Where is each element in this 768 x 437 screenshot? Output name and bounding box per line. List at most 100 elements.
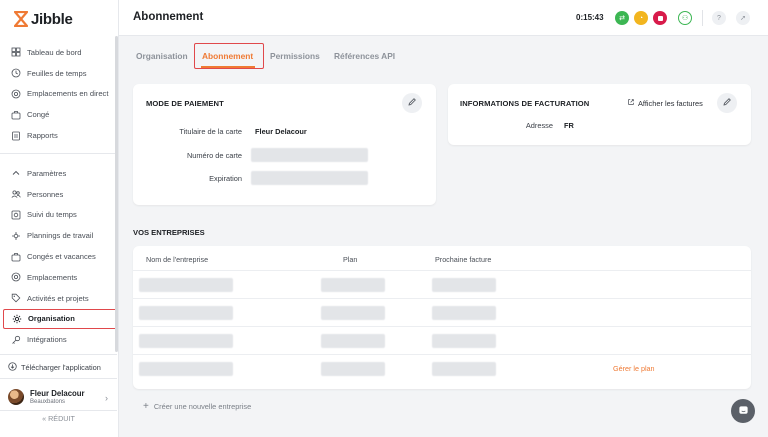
- collapse-label: RÉDUIT: [48, 414, 75, 423]
- create-company-button[interactable]: + Créer une nouvelle entreprise: [143, 401, 251, 412]
- table-row[interactable]: [133, 270, 751, 298]
- manage-plan-link[interactable]: Gérer le plan: [613, 364, 655, 373]
- sidebar-item-label: Personnes: [27, 189, 64, 199]
- user-organization: Beauxbatons: [30, 399, 66, 405]
- plan-redacted: [321, 306, 385, 320]
- chat-support-button[interactable]: [731, 399, 755, 423]
- company-name-redacted: [139, 278, 233, 292]
- break-button[interactable]: ◔: [634, 11, 648, 25]
- report-icon: [11, 131, 21, 141]
- sidebar-item-label: Congés et vacances: [27, 252, 96, 262]
- tab-organisation[interactable]: Organisation: [136, 51, 188, 61]
- help-icon: ?: [717, 14, 721, 22]
- sidebar-divider: [0, 354, 117, 355]
- logo-text: Jibble: [31, 10, 73, 28]
- table-row[interactable]: [133, 326, 751, 354]
- next-invoice-redacted: [432, 278, 496, 292]
- cardholder-value: Fleur Delacour: [255, 127, 307, 136]
- switch-activity-button[interactable]: ⇄: [615, 11, 629, 25]
- download-app-link[interactable]: Télécharger l'application: [8, 362, 101, 373]
- tab-abonnement[interactable]: Abonnement: [202, 51, 253, 61]
- tab-permissions[interactable]: Permissions: [270, 51, 320, 61]
- next-invoice-redacted: [432, 362, 496, 376]
- sidebar-item-organisation[interactable]: Organisation: [3, 308, 117, 330]
- companies-section-title: VOS ENTREPRISES: [133, 228, 205, 237]
- sidebar-item-tableau-de-bord[interactable]: Tableau de bord: [0, 42, 117, 63]
- tab-bar: Organisation Abonnement Permissions Réfé…: [119, 36, 768, 74]
- sidebar-item-activites-et-projets[interactable]: Activités et projets: [0, 288, 117, 309]
- sidebar-item-emplacements[interactable]: Emplacements: [0, 267, 117, 288]
- location-icon: [11, 89, 21, 99]
- sidebar-item-conges-et-vacances[interactable]: Congés et vacances: [0, 246, 117, 267]
- sidebar-item-plannings-de-travail[interactable]: Plannings de travail: [0, 225, 117, 246]
- chevron-up-icon: [11, 168, 21, 178]
- edit-payment-button[interactable]: [402, 93, 422, 113]
- swap-icon: ⇄: [619, 15, 625, 22]
- plan-redacted: [321, 278, 385, 292]
- company-name-redacted: [139, 334, 233, 348]
- plan-redacted: [321, 362, 385, 376]
- table-row[interactable]: [133, 298, 751, 326]
- gear-icon: [12, 314, 22, 324]
- cardholder-label: Titulaire de la carte: [179, 127, 242, 136]
- sidebar-item-label: Paramètres: [27, 168, 67, 178]
- clock-in-member-button[interactable]: ⚇: [678, 11, 692, 25]
- sidebar-item-feuilles-de-temps[interactable]: Feuilles de temps: [0, 63, 117, 84]
- table-row[interactable]: Gérer le plan: [133, 354, 751, 382]
- time-tracking-icon: [11, 210, 21, 220]
- sidebar-item-rapports[interactable]: Rapports: [0, 125, 117, 146]
- billing-info-title: INFORMATIONS DE FACTURATION: [460, 99, 590, 108]
- user-name: Fleur Delacour: [30, 389, 85, 398]
- collapse-sidebar-button[interactable]: « RÉDUIT: [0, 414, 117, 423]
- avatar: [8, 389, 24, 405]
- topbar: Abonnement 0:15:43 ⇄ ◔ ⚇ ? ➚: [119, 0, 768, 36]
- column-header-next-invoice: Prochaine facture: [435, 255, 492, 264]
- sidebar-item-integrations[interactable]: Intégrations: [0, 329, 117, 350]
- download-icon: [8, 362, 17, 373]
- sidebar-item-parametres[interactable]: Paramètres: [0, 163, 117, 184]
- expiry-label: Expiration: [209, 174, 242, 183]
- stop-icon: [657, 15, 663, 21]
- sidebar-item-personnes[interactable]: Personnes: [0, 184, 117, 205]
- sidebar-item-label: Emplacements en direct: [27, 89, 109, 99]
- sidebar-scrollbar[interactable]: [115, 36, 118, 352]
- address-label: Adresse: [525, 121, 553, 130]
- sidebar-item-label: Congé: [27, 110, 50, 120]
- timer: 0:15:43: [576, 13, 604, 22]
- clock-out-button[interactable]: [653, 11, 667, 25]
- schedule-icon: [11, 231, 21, 241]
- main-content: Organisation Abonnement Permissions Réfé…: [119, 36, 768, 437]
- sidebar-divider: [0, 153, 117, 154]
- view-invoices-label: Afficher les factures: [638, 98, 703, 108]
- dashboard-icon: [11, 47, 21, 57]
- tag-icon: [11, 293, 21, 303]
- tab-api-references[interactable]: Références API: [334, 51, 395, 61]
- payment-method-card: MODE DE PAIEMENT Titulaire de la carte F…: [133, 84, 436, 205]
- pencil-icon: [407, 97, 417, 109]
- sidebar-item-suivi-du-temps[interactable]: Suivi du temps: [0, 205, 117, 226]
- sidebar-item-label: Plannings de travail: [27, 231, 94, 241]
- download-label: Télécharger l'application: [21, 363, 101, 372]
- sidebar: Jibble Tableau de bord Feuilles de temps E…: [0, 0, 119, 437]
- notifications-button[interactable]: ➚: [736, 11, 750, 25]
- sidebar-item-label: Activités et projets: [27, 293, 89, 303]
- chat-icon: [738, 405, 749, 418]
- companies-table: Nom de l'entreprise Plan Prochaine factu…: [133, 246, 751, 389]
- edit-billing-button[interactable]: [717, 93, 737, 113]
- user-profile[interactable]: Fleur Delacour Beauxbatons ›: [8, 384, 112, 410]
- rocket-icon: ➚: [740, 15, 746, 22]
- sidebar-item-label: Organisation: [28, 314, 75, 324]
- sidebar-item-emplacements-en-direct[interactable]: Emplacements en direct: [0, 84, 117, 105]
- sidebar-item-label: Emplacements: [27, 272, 78, 282]
- sidebar-nav-settings: Paramètres Personnes Suivi du temps Plannin…: [0, 163, 117, 350]
- plus-icon: +: [143, 401, 149, 412]
- topbar-divider: [702, 10, 703, 26]
- view-invoices-link[interactable]: Afficher les factures: [627, 98, 703, 108]
- logo[interactable]: Jibble: [13, 10, 73, 28]
- pencil-icon: [722, 97, 732, 109]
- plan-redacted: [321, 334, 385, 348]
- sidebar-item-conge[interactable]: Congé: [0, 104, 117, 125]
- billing-info-card: INFORMATIONS DE FACTURATION Afficher les…: [448, 84, 751, 145]
- sidebar-item-label: Rapports: [27, 131, 58, 141]
- help-button[interactable]: ?: [712, 11, 726, 25]
